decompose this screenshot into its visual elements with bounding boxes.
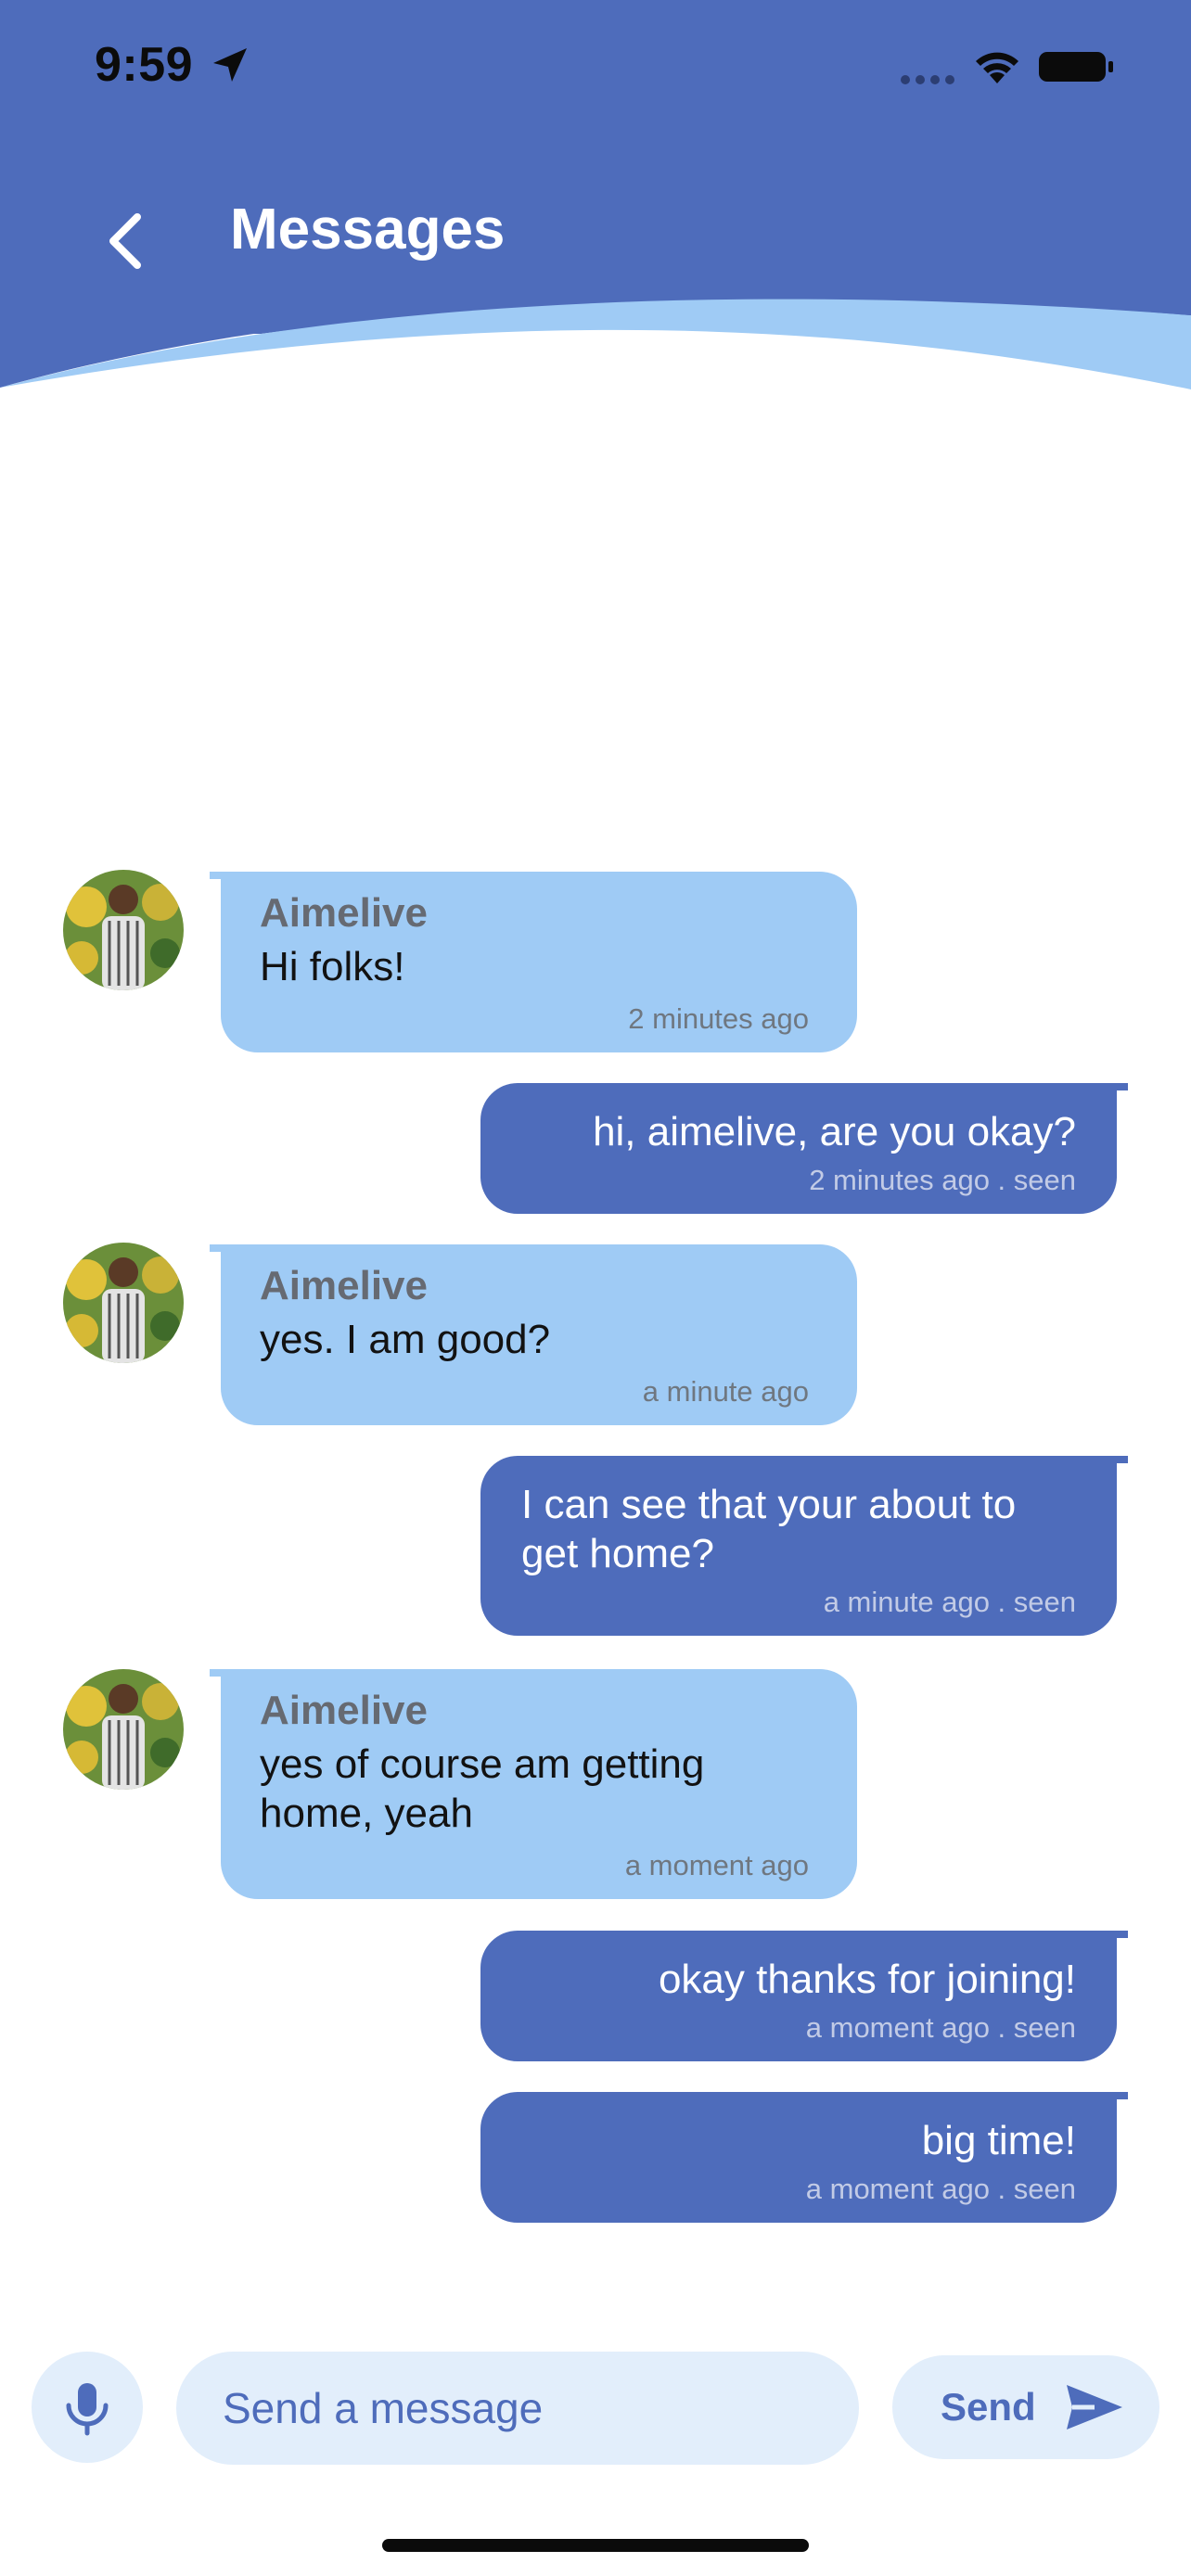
- message-bubble-incoming[interactable]: Aimelive Hi folks! 2 minutes ago: [210, 872, 857, 1052]
- avatar: [63, 870, 184, 990]
- back-button[interactable]: [96, 204, 152, 278]
- message-bubble-incoming[interactable]: Aimelive yes. I am good? a minute ago: [210, 1244, 857, 1425]
- message-input[interactable]: [176, 2352, 859, 2465]
- send-label: Send: [941, 2385, 1036, 2429]
- home-indicator: [382, 2539, 809, 2552]
- message-text: okay thanks for joining!: [658, 1957, 1076, 2002]
- message-bubble-incoming[interactable]: Aimelive yes of course am getting home, …: [210, 1669, 857, 1899]
- signal-dots-icon: [901, 75, 954, 84]
- message-bubble-outgoing[interactable]: hi, aimelive, are you okay? 2 minutes ag…: [480, 1083, 1128, 1214]
- avatar: [63, 1243, 184, 1363]
- microphone-button[interactable]: [32, 2352, 143, 2463]
- message-timestamp: 2 minutes ago . seen: [809, 1164, 1076, 1196]
- message-bubble-outgoing[interactable]: big time! a moment ago . seen: [480, 2092, 1128, 2223]
- status-time: 9:59: [95, 38, 194, 92]
- message-text: hi, aimelive, are you okay?: [593, 1109, 1076, 1154]
- message-timestamp: a moment ago . seen: [805, 2173, 1076, 2205]
- message-text: I can see that your about to get home?: [521, 1482, 1017, 1576]
- message-text: yes. I am good?: [260, 1317, 551, 1362]
- message-text: Hi folks!: [260, 944, 405, 989]
- message-bubble-outgoing[interactable]: I can see that your about to get home? a…: [480, 1456, 1128, 1636]
- message-text: big time!: [921, 2118, 1076, 2163]
- send-icon: [1067, 2385, 1122, 2429]
- message-timestamp: a moment ago . seen: [805, 2011, 1076, 2044]
- back-chevron-icon: [109, 213, 141, 269]
- send-button[interactable]: Send: [892, 2355, 1159, 2459]
- sender-name: Aimelive: [260, 1263, 428, 1308]
- message-text: yes of course am getting home, yeah: [260, 1741, 705, 1836]
- message-bubble-outgoing[interactable]: okay thanks for joining! a moment ago . …: [480, 1931, 1128, 2061]
- location-arrow-icon: [213, 48, 247, 82]
- wifi-icon: [976, 52, 1018, 83]
- avatar: [63, 1669, 184, 1790]
- battery-icon: [1039, 52, 1113, 82]
- message-timestamp: a moment ago: [624, 1849, 809, 1881]
- sender-name: Aimelive: [260, 1688, 428, 1733]
- microphone-icon: [66, 2383, 109, 2436]
- sender-name: Aimelive: [260, 890, 428, 936]
- message-timestamp: a minute ago . seen: [823, 1586, 1076, 1618]
- message-timestamp: a minute ago: [642, 1375, 809, 1408]
- message-timestamp: 2 minutes ago: [628, 1002, 809, 1035]
- page-title: Messages: [230, 198, 506, 261]
